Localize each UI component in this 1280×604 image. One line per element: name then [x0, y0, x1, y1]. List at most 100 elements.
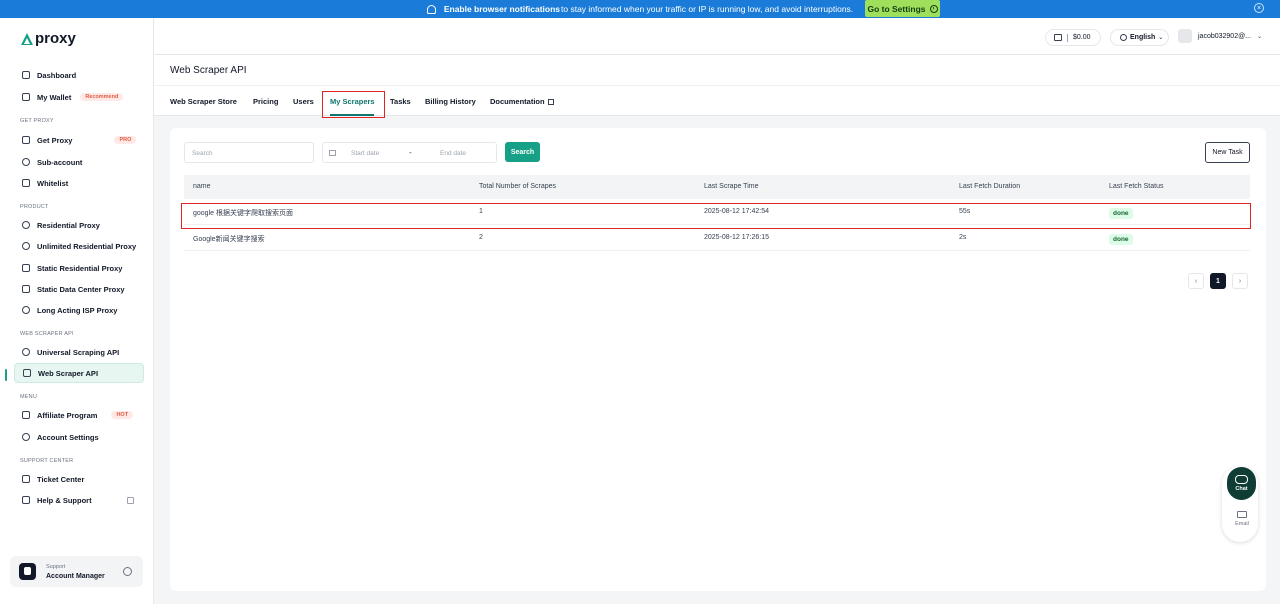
sidebar-item-static-residential-proxy[interactable]: Static Residential Proxy — [14, 258, 144, 278]
balance-pill[interactable]: $0.00 — [1045, 29, 1101, 46]
next-page-button[interactable]: › — [1232, 273, 1248, 289]
prev-page-button[interactable]: ‹ — [1188, 273, 1204, 289]
sidebar-item-label: Residential Proxy — [37, 220, 100, 230]
sidebar-item-long-acting-isp-proxy[interactable]: Long Acting ISP Proxy — [14, 300, 144, 320]
column-name: name — [193, 183, 211, 190]
date-range-picker[interactable]: Start date - End date — [322, 142, 497, 163]
page-header: Web Scraper API — [154, 55, 1280, 86]
chat-bot-icon — [1235, 475, 1248, 484]
cell-duration: 2s — [959, 234, 967, 241]
search-button[interactable]: Search — [505, 142, 540, 162]
sidebar-item-unlimited-residential-proxy[interactable]: Unlimited Residential Proxy — [14, 236, 144, 256]
megaphone-icon — [22, 411, 30, 419]
avatar — [1178, 29, 1192, 43]
server-icon — [22, 285, 30, 293]
sidebar-item-label: My Wallet — [37, 92, 72, 102]
start-date-field[interactable]: Start date — [351, 150, 379, 157]
sidebar-item-label: Web Scraper API — [38, 368, 99, 378]
email-button[interactable]: Email — [1230, 511, 1254, 535]
external-link-icon — [547, 99, 554, 105]
tab-web-scraper-store[interactable]: Web Scraper Store — [170, 97, 237, 106]
sidebar-item-affiliate-program[interactable]: Affiliate Program HOT — [14, 405, 144, 425]
sidebar-item-static-data-center-proxy[interactable]: Static Data Center Proxy — [14, 279, 144, 299]
wallet-icon — [22, 93, 30, 101]
sidebar-item-label: Help & Support — [37, 495, 92, 505]
sidebar-item-web-scraper-api[interactable]: Web Scraper API — [14, 363, 144, 383]
new-task-button[interactable]: New Task — [1205, 142, 1250, 163]
external-link-icon — [127, 496, 134, 504]
user-email: jacob032902@... — [1198, 32, 1252, 40]
go-to-settings-button[interactable]: Go to Settings › — [865, 0, 940, 17]
globe-icon — [22, 242, 30, 250]
brand-name: proxy — [35, 30, 76, 47]
column-last-fetch-status: Last Fetch Status — [1109, 183, 1164, 190]
sidebar-item-my-wallet[interactable]: My Wallet Recommend — [14, 87, 144, 107]
info-icon[interactable] — [123, 567, 132, 576]
user-menu[interactable]: jacob032902@... ⌄ — [1178, 29, 1262, 43]
section-get-proxy: GET PROXY — [20, 118, 54, 124]
divider — [1067, 33, 1068, 42]
highlight-box-row — [181, 203, 1251, 229]
arrow-right-icon: › — [929, 4, 938, 13]
globe-icon — [1120, 34, 1127, 41]
sidebar-item-ticket-center[interactable]: Ticket Center — [14, 469, 144, 489]
column-last-scrape-time: Last Scrape Time — [704, 183, 759, 190]
sidebar-item-account-settings[interactable]: Account Settings — [14, 427, 144, 447]
hot-tag: HOT — [111, 411, 134, 419]
notification-banner: Enable browser notifications to stay inf… — [0, 0, 1280, 18]
email-label: Email — [1235, 521, 1249, 527]
page-title: Web Scraper API — [170, 65, 247, 76]
table-header: name Total Number of Scrapes Last Scrape… — [184, 175, 1250, 199]
section-web-scraper-api: WEB SCRAPER API — [20, 331, 74, 337]
sidebar-item-label: Ticket Center — [37, 474, 85, 484]
user-icon — [22, 158, 30, 166]
end-date-field[interactable]: End date — [440, 150, 466, 157]
gear-icon — [22, 433, 30, 441]
account-manager-card[interactable]: Support Account Manager — [10, 556, 143, 587]
cell-total: 2 — [479, 234, 483, 241]
active-indicator — [5, 369, 7, 381]
sidebar-item-universal-scraping-api[interactable]: Universal Scraping API — [14, 342, 144, 362]
sidebar-item-label: Get Proxy — [37, 135, 73, 145]
tab-billing-history[interactable]: Billing History — [425, 97, 476, 106]
section-support-center: SUPPORT CENTER — [20, 458, 74, 464]
tab-pricing[interactable]: Pricing — [253, 97, 278, 106]
close-icon[interactable]: × — [1254, 3, 1264, 13]
sidebar-item-dashboard[interactable]: Dashboard — [14, 65, 144, 85]
grid-icon — [22, 264, 30, 272]
sidebar-item-label: Static Residential Proxy — [37, 263, 123, 273]
sidebar-item-help-support[interactable]: Help & Support — [14, 490, 144, 510]
sidebar-item-label: Universal Scraping API — [37, 347, 120, 357]
pagination: ‹ 1 › — [1188, 273, 1248, 289]
sidebar-item-label: Unlimited Residential Proxy — [37, 241, 137, 251]
sidebar-item-label: Whitelist — [37, 178, 69, 188]
chat-label: Chat — [1235, 486, 1248, 492]
chat-button[interactable]: Chat — [1227, 467, 1256, 500]
table-row[interactable]: Google新闻关键字搜索 2 2025-08-12 17:26:15 2s d… — [184, 227, 1250, 251]
scrapers-panel: Search Start date - End date Search New … — [170, 128, 1266, 591]
chevron-down-icon: ⌄ — [1158, 35, 1164, 41]
balance-value: $0.00 — [1073, 34, 1091, 41]
sidebar-item-label: Account Settings — [37, 432, 99, 442]
tab-documentation-label: Documentation — [490, 97, 545, 106]
go-to-settings-label: Go to Settings — [867, 3, 926, 14]
sidebar-item-sub-account[interactable]: Sub-account — [14, 152, 144, 172]
list-icon — [22, 179, 30, 187]
sidebar-item-get-proxy[interactable]: Get Proxy PRO — [14, 130, 144, 150]
sidebar-item-residential-proxy[interactable]: Residential Proxy — [14, 215, 144, 235]
sidebar-item-label: Long Acting ISP Proxy — [37, 305, 118, 315]
cell-name: Google新闻关键字搜索 — [193, 236, 265, 243]
tab-tasks[interactable]: Tasks — [390, 97, 411, 106]
logo[interactable]: proxy — [20, 30, 76, 47]
sidebar-item-whitelist[interactable]: Whitelist — [14, 173, 144, 193]
support-avatar-icon — [19, 563, 36, 580]
link-icon — [22, 348, 30, 356]
search-input[interactable]: Search — [184, 142, 314, 163]
pro-tag: PRO — [114, 136, 137, 144]
tab-users[interactable]: Users — [293, 97, 314, 106]
tab-documentation[interactable]: Documentation — [490, 97, 554, 106]
scraper-icon — [23, 369, 31, 377]
page-1-button[interactable]: 1 — [1210, 273, 1226, 289]
language-selector[interactable]: English ⌄ — [1110, 29, 1169, 46]
wallet-icon — [1054, 34, 1062, 41]
